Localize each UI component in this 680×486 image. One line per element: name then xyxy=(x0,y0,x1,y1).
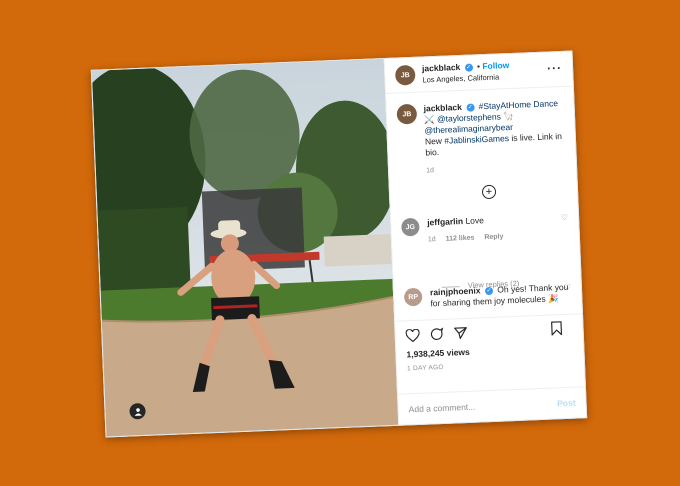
comment-meta: 1d 112 likes Reply xyxy=(428,229,569,246)
header-separator: • xyxy=(476,61,481,72)
more-icon[interactable]: ··· xyxy=(547,61,563,76)
caption-text: New xyxy=(424,135,445,147)
caption-time: 1d xyxy=(425,167,435,175)
post-video[interactable] xyxy=(91,59,399,437)
comment-likes[interactable]: 112 likes xyxy=(446,235,475,243)
video-frame-illustration xyxy=(91,59,399,437)
verified-icon: ✓ xyxy=(466,103,475,112)
instagram-post-card: JB jackblack ✓ • Follow Los Angeles, Cal… xyxy=(90,50,588,438)
avatar[interactable]: JB xyxy=(394,64,416,86)
post-side-panel: JB jackblack ✓ • Follow Los Angeles, Cal… xyxy=(383,51,587,425)
add-comment-bar: Add a comment... Post xyxy=(398,386,587,425)
verified-icon: ✓ xyxy=(484,286,494,295)
heart-icon[interactable]: ♡ xyxy=(561,212,569,223)
avatar[interactable]: JB xyxy=(396,103,418,125)
comment-item: JG jeffgarlin Love 1d 112 likes Reply ♡ xyxy=(401,212,569,247)
post-timestamp: 1 DAY AGO xyxy=(406,363,444,373)
party-emoji: 🎉 xyxy=(547,293,559,304)
reply-button[interactable]: Reply xyxy=(484,233,503,241)
follow-button[interactable]: Follow xyxy=(482,60,509,71)
caption-text: is live. Link in xyxy=(508,130,563,144)
post-button[interactable]: Post xyxy=(557,398,576,409)
caption-username[interactable]: jackblack xyxy=(423,102,462,114)
verified-icon: ✓ xyxy=(464,63,473,72)
comment-item: RP rainjphoenix ✓ Oh yes! Thank you for … xyxy=(403,282,572,311)
add-icon[interactable]: + xyxy=(481,184,497,200)
hashtag-link[interactable]: #StayAtHome Dance xyxy=(478,98,558,111)
heart-icon[interactable]: ♡ xyxy=(564,282,572,293)
comment-time: 1d xyxy=(427,236,436,244)
comment-icon[interactable] xyxy=(429,327,444,342)
comment-username[interactable]: rainjphoenix xyxy=(430,285,481,297)
heart-icon[interactable] xyxy=(405,328,420,342)
comment-text: Love xyxy=(465,215,485,226)
bookmark-icon[interactable] xyxy=(550,321,563,336)
avatar[interactable]: JG xyxy=(401,217,420,237)
hashtag-link[interactable]: #JablinskiGames xyxy=(444,133,509,146)
share-icon[interactable] xyxy=(453,326,468,341)
post-header: JB jackblack ✓ • Follow Los Angeles, Cal… xyxy=(384,51,573,94)
header-username[interactable]: jackblack xyxy=(422,62,461,74)
avatar[interactable]: RP xyxy=(403,287,423,307)
comment-input[interactable]: Add a comment... xyxy=(408,402,475,415)
comment-username[interactable]: jeffgarlin xyxy=(427,216,463,227)
post-caption: JB jackblack ✓ #StayAtHome Dance ⚔️ @tay… xyxy=(396,98,566,178)
location-link[interactable]: Los Angeles, California xyxy=(422,71,510,85)
